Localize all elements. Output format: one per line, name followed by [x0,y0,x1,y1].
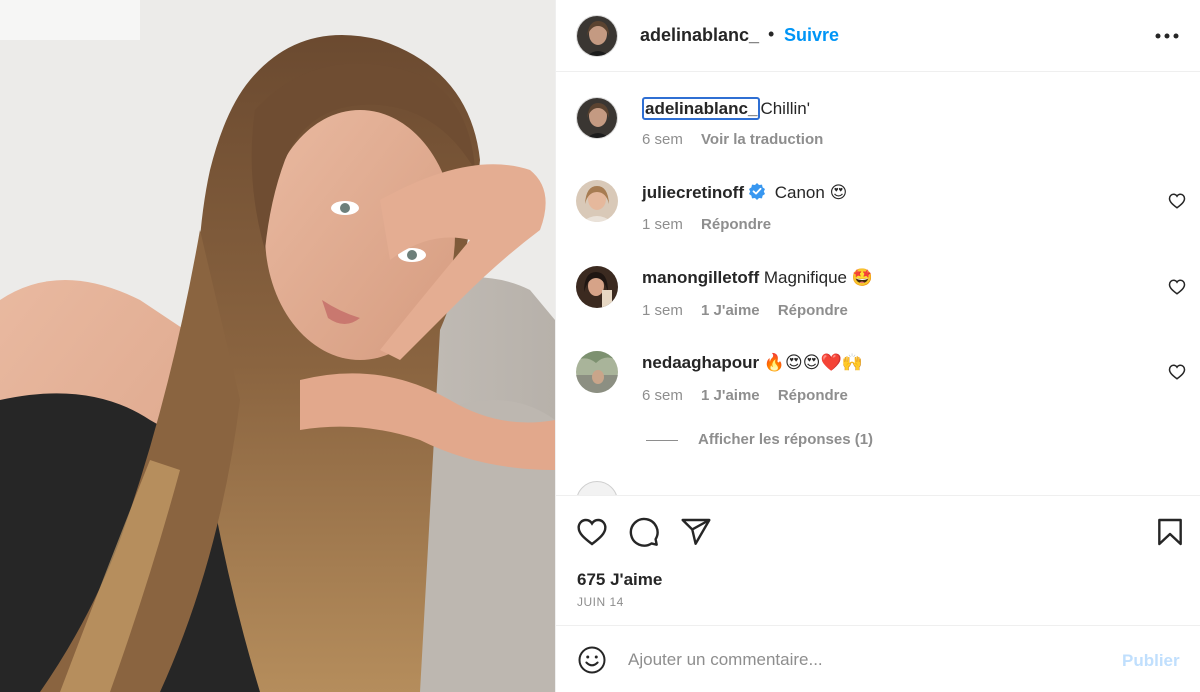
caption-username[interactable]: adelinablanc_ [642,97,761,120]
author-username[interactable]: adelinablanc_ [640,25,759,46]
header-separator: • [768,24,775,44]
reply-button[interactable]: Répondre [701,216,771,233]
view-replies-label: Afficher les réponses (1) [698,431,874,448]
caption-text: Chillin' [760,99,810,118]
caption-meta: 6 sem Voir la traduction [642,131,837,148]
caption-avatar[interactable] [576,97,618,139]
comment-time[interactable]: 1 sem [642,216,683,233]
follow-button[interactable]: Suivre [784,25,839,46]
comment-input[interactable] [628,646,1098,674]
post-photo[interactable] [0,0,555,692]
post-detail-panel: adelinablanc_ • Suivre adelinablanc_ Chil… [555,0,1200,692]
publish-button[interactable]: Publier [1122,651,1180,671]
replies-divider [646,439,678,441]
view-replies-button[interactable]: Afficher les réponses (1) [646,431,873,448]
comment-likes[interactable]: 1 J'aime [701,387,760,404]
heart-icon[interactable] [576,516,608,548]
comment-username[interactable]: manongilletoff [642,268,759,287]
comment-icon[interactable] [628,516,660,548]
comment-composer: Publier [556,625,1200,692]
comment-like-heart-icon[interactable] [1168,278,1186,296]
post-header: adelinablanc_ • Suivre [556,0,1200,72]
comment-avatar[interactable] [576,180,618,222]
photo-illustration [0,0,555,692]
comment-time[interactable]: 6 sem [642,387,683,404]
send-icon[interactable] [680,516,712,548]
comment-meta: 1 sem Répondre [642,216,785,233]
comment-text: Magnifique 🤩 [763,268,873,287]
comment-username[interactable]: juliecretinoff [642,183,744,202]
comment-avatar[interactable] [576,481,618,495]
action-bar: 675 J'aime JUIN 14 [556,495,1200,625]
likes-count[interactable]: 675 J'aime [577,570,662,590]
comment-like-heart-icon[interactable] [1168,192,1186,210]
reply-button[interactable]: Répondre [778,302,848,319]
comment-text-line: manongilletoff Magnifique 🤩 [642,268,873,288]
smiley-icon[interactable] [577,645,607,675]
comment-like-heart-icon[interactable] [1168,363,1186,381]
comment-likes[interactable]: 1 J'aime [701,302,760,319]
bookmark-icon[interactable] [1154,516,1186,548]
verified-badge-icon [748,182,766,205]
post-date[interactable]: JUIN 14 [577,595,624,609]
caption-time[interactable]: 6 sem [642,131,683,148]
author-avatar[interactable] [576,15,618,57]
more-horizontal-icon[interactable] [1152,22,1182,50]
comment-username[interactable]: nedaaghapour [642,353,759,372]
comment-meta: 1 sem 1 J'aime Répondre [642,302,862,319]
comment-avatar[interactable] [576,351,618,393]
translate-button[interactable]: Voir la traduction [701,131,823,148]
comments-list[interactable]: adelinablanc_ Chillin' 6 sem Voir la trad… [556,73,1200,495]
comment-text-line: juliecretinoff Canon 😍 [642,182,847,205]
reply-button[interactable]: Répondre [778,387,848,404]
caption-text-line: adelinablanc_ Chillin' [642,97,810,120]
comment-text-line: nedaaghapour 🔥😍😍❤️🙌 [642,353,863,373]
comment-time[interactable]: 1 sem [642,302,683,319]
comment-meta: 6 sem 1 J'aime Répondre [642,387,862,404]
comment-avatar[interactable] [576,266,618,308]
comment-text: Canon 😍 [774,183,848,202]
comment-text: 🔥😍😍❤️🙌 [763,353,863,372]
